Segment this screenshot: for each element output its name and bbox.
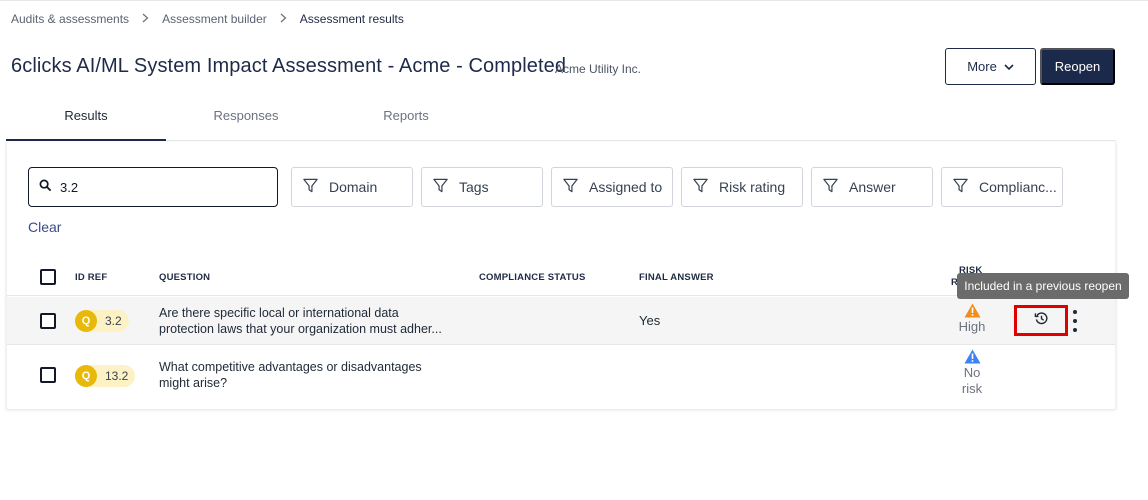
filter-icon xyxy=(562,177,579,197)
tab-bar: Results Responses Reports xyxy=(6,100,1116,141)
filter-answer-label: Answer xyxy=(849,179,896,195)
column-header-id-ref[interactable]: ID REF xyxy=(75,272,107,283)
question-type-icon: Q xyxy=(75,310,97,332)
filter-icon xyxy=(952,177,969,197)
search-input[interactable]: 3.2 xyxy=(28,167,278,207)
risk-rating-label-line1: No xyxy=(963,365,981,380)
row-checkbox[interactable] xyxy=(40,313,56,329)
filter-bar: Domain Tags Assigned to Risk rating Answ… xyxy=(291,167,1063,207)
risk-rating-label-line2: risk xyxy=(961,381,983,396)
filter-icon xyxy=(432,177,449,197)
filter-domain-label: Domain xyxy=(329,179,378,195)
risk-rating: High xyxy=(952,303,992,335)
select-all-checkbox[interactable] xyxy=(40,269,56,285)
question-text-line2: might arise? xyxy=(159,376,228,390)
search-icon xyxy=(39,179,52,195)
reopen-button[interactable]: Reopen xyxy=(1040,48,1115,85)
chevron-right-icon xyxy=(142,12,149,26)
question-text-line1: What competitive advantages or disadvant… xyxy=(159,360,422,374)
table-header: ID REF QUESTION COMPLIANCE STATUS FINAL … xyxy=(7,260,1115,296)
question-text[interactable]: What competitive advantages or disadvant… xyxy=(159,359,469,391)
breadcrumb: Audits & assessments Assessment builder … xyxy=(11,12,404,26)
filter-risk-rating[interactable]: Risk rating xyxy=(681,167,803,207)
search-value: 3.2 xyxy=(60,179,79,195)
filter-domain[interactable]: Domain xyxy=(291,167,413,207)
warning-icon xyxy=(952,349,992,364)
more-button-label: More xyxy=(967,59,997,74)
question-id-badge: Q 3.2 xyxy=(75,310,129,332)
column-header-compliance-status[interactable]: COMPLIANCE STATUS xyxy=(479,272,586,283)
history-icon xyxy=(1034,311,1049,331)
row-checkbox[interactable] xyxy=(40,367,56,383)
final-answer: Yes xyxy=(639,313,661,328)
warning-icon xyxy=(952,303,992,318)
history-button[interactable] xyxy=(1014,305,1068,336)
breadcrumb-audits-assessments[interactable]: Audits & assessments xyxy=(11,12,129,26)
table-row[interactable]: Q 13.2 What competitive advantages or di… xyxy=(7,345,1115,408)
tab-reports[interactable]: Reports xyxy=(326,100,486,141)
breadcrumb-assessment-builder[interactable]: Assessment builder xyxy=(162,12,267,26)
filter-icon xyxy=(302,177,319,197)
question-id-badge: Q 13.2 xyxy=(75,365,136,387)
question-text[interactable]: Are there specific local or internationa… xyxy=(159,305,469,337)
chevron-right-icon xyxy=(280,12,287,26)
filter-assigned-to[interactable]: Assigned to xyxy=(551,167,673,207)
filter-compliance-label: Complianc... xyxy=(979,179,1057,195)
filter-icon xyxy=(692,177,709,197)
question-text-line1: Are there specific local or internationa… xyxy=(159,306,399,320)
risk-rating-label: High xyxy=(958,319,986,334)
filter-answer[interactable]: Answer xyxy=(811,167,933,207)
risk-rating: No risk xyxy=(952,349,992,397)
filter-tags-label: Tags xyxy=(459,179,489,195)
filter-tags[interactable]: Tags xyxy=(421,167,543,207)
column-header-final-answer[interactable]: FINAL ANSWER xyxy=(639,272,714,283)
organization-name: Acme Utility Inc. xyxy=(555,62,642,76)
question-text-line2: protection laws that your organization m… xyxy=(159,322,442,336)
question-type-icon: Q xyxy=(75,365,97,387)
page-title: 6clicks AI/ML System Impact Assessment -… xyxy=(11,55,567,77)
history-tooltip: Included in a previous reopen xyxy=(957,273,1129,299)
question-id: 3.2 xyxy=(105,314,122,328)
column-header-question[interactable]: QUESTION xyxy=(159,272,210,283)
filter-compliance[interactable]: Complianc... xyxy=(941,167,1063,207)
top-divider xyxy=(0,0,1148,1)
question-id: 13.2 xyxy=(105,369,129,383)
filter-assigned-to-label: Assigned to xyxy=(589,179,663,195)
clear-filters-link[interactable]: Clear xyxy=(28,219,61,235)
table-row[interactable]: Q 3.2 Are there specific local or intern… xyxy=(7,297,1115,345)
filter-risk-rating-label: Risk rating xyxy=(719,179,786,195)
results-panel: 3.2 Domain Tags Assigned to Risk rating … xyxy=(6,142,1116,409)
kebab-menu-icon[interactable] xyxy=(1071,310,1079,332)
more-button[interactable]: More xyxy=(945,48,1036,85)
filter-icon xyxy=(822,177,839,197)
tab-responses[interactable]: Responses xyxy=(166,100,326,141)
tab-results[interactable]: Results xyxy=(6,100,166,141)
chevron-down-icon xyxy=(1004,59,1014,74)
breadcrumb-current: Assessment results xyxy=(299,12,404,26)
